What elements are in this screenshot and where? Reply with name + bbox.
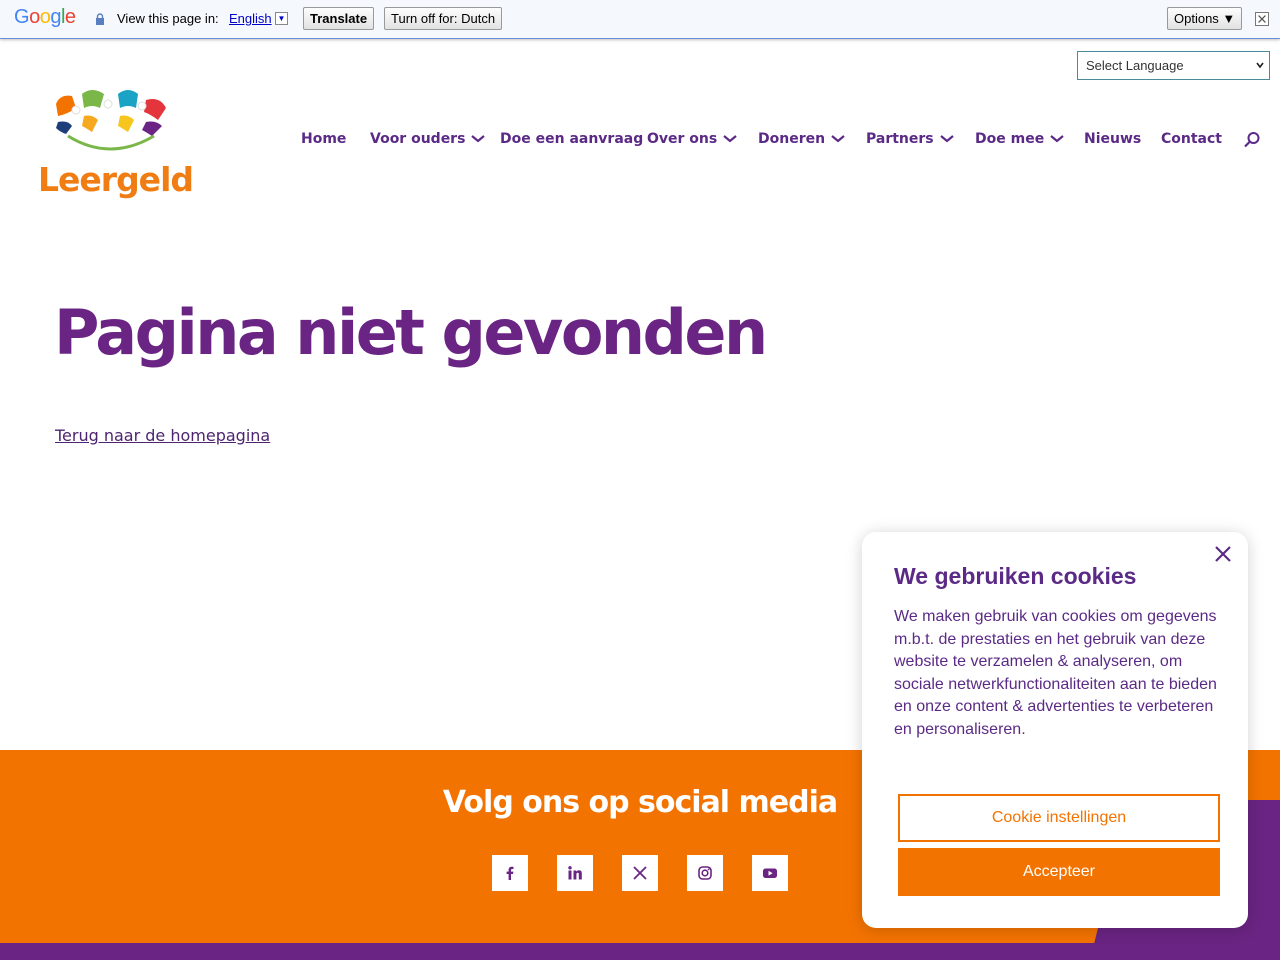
translate-language-link[interactable]: English [229,11,272,26]
youtube-button[interactable] [752,855,788,891]
nav-item-doe-mee[interactable]: Doe mee [975,131,1064,147]
instagram-button[interactable] [687,855,723,891]
facebook-button[interactable] [492,855,528,891]
translate-options-button[interactable]: Options ▼ [1167,7,1243,30]
linkedin-button[interactable] [557,855,593,891]
logo-text[interactable]: Leergeld [38,160,194,199]
language-dropdown-icon[interactable]: ▼ [275,12,288,25]
chevron-down-icon [1050,135,1064,143]
google-logo: Google [14,6,76,28]
translate-button[interactable]: Translate [303,7,375,30]
cookie-title: We gebruiken cookies [894,563,1137,589]
nav-item-voor-ouders[interactable]: Voor ouders [370,131,486,147]
turn-off-translation-button[interactable]: Turn off for: Dutch [384,7,503,30]
facebook-icon [506,866,514,880]
nav-item-doneren[interactable]: Doneren [758,131,845,147]
lock-icon [96,13,104,25]
cookie-body: We maken gebruik van cookies om gegevens… [894,608,1217,738]
chevron-down-icon [939,135,954,143]
chevron-down-icon [831,135,845,143]
translate-bar: Google View this page in: English ▼ Tran… [0,0,1280,39]
chevron-down-icon [471,135,486,143]
x-icon [633,866,647,880]
close-icon[interactable] [1255,12,1269,26]
accept-button[interactable]: Accepteer [898,848,1220,896]
instagram-icon [698,866,712,880]
home-link[interactable]: Terug naar de homepagina [55,426,270,445]
footer-bottom-band [0,943,1280,960]
cookie-dialog: We gebruiken cookies We maken gebruik va… [862,532,1248,928]
close-icon[interactable] [1214,545,1232,563]
nav-item-partners[interactable]: Partners [866,131,954,147]
nav-item-doe-een-aanvraag[interactable]: Doe een aanvraag [500,131,643,147]
chevron-down-icon [1256,62,1264,69]
nav-item-nieuws[interactable]: Nieuws [1084,131,1141,147]
page-title: Pagina niet gevonden [54,296,768,369]
language-select[interactable]: Select Language [1077,51,1270,80]
linkedin-icon [568,866,582,880]
youtube-icon [763,868,777,878]
language-select-value: Select Language [1086,58,1184,73]
chevron-down-icon [723,135,737,143]
nav-item-over-ons[interactable]: Over ons [647,131,737,147]
translate-prompt: View this page in: [117,11,219,26]
nav-item-home[interactable]: Home [301,131,346,147]
x-button[interactable] [622,855,658,891]
search-icon[interactable] [1243,131,1261,149]
nav-item-contact[interactable]: Contact [1161,131,1222,147]
cookie-settings-button[interactable]: Cookie instellingen [898,794,1220,842]
